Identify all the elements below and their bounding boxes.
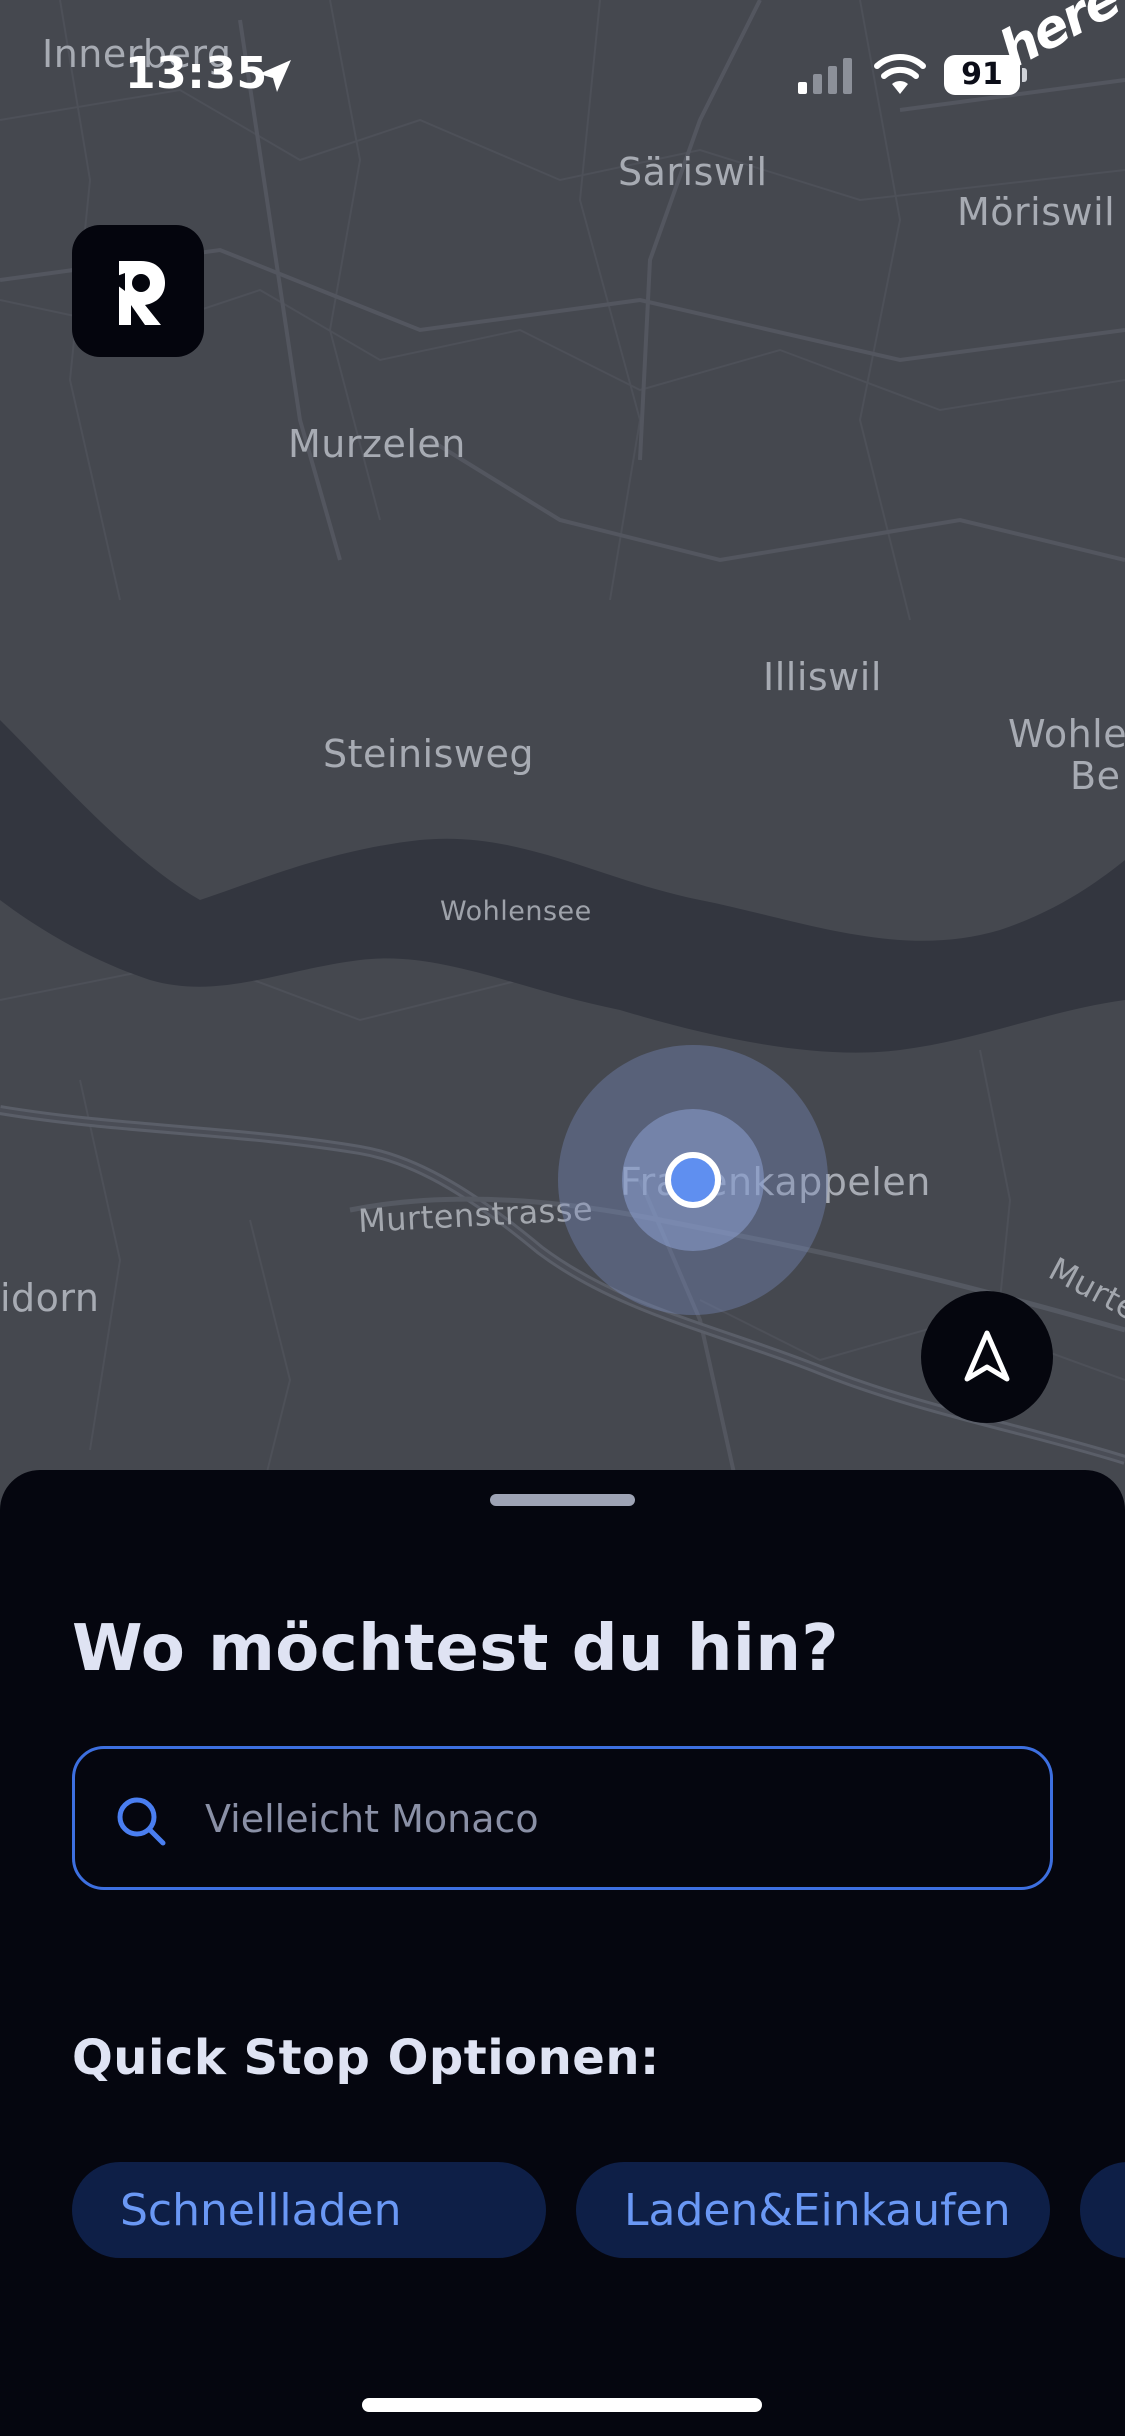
quick-stop-chips: Schnellladen Laden&Einkaufen xyxy=(72,2162,1125,2260)
app-logo-icon xyxy=(109,261,165,325)
place-murzelen: Murzelen xyxy=(288,422,466,466)
cellular-signal-icon xyxy=(798,58,852,94)
chip-label: Schnellladen xyxy=(120,2184,402,2236)
place-saeriswil: Säriswil xyxy=(618,150,768,194)
chip-schnellladen[interactable]: Schnellladen xyxy=(72,2162,546,2258)
search-field[interactable] xyxy=(72,1746,1053,1890)
place-idorn: idorn xyxy=(0,1276,100,1320)
navigation-arrow-icon xyxy=(964,1330,1010,1382)
chip-more[interactable] xyxy=(1080,2162,1125,2258)
search-input[interactable] xyxy=(205,1779,1005,1859)
chip-label: Laden&Einkaufen xyxy=(624,2184,1011,2236)
place-wohlen: Wohle xyxy=(1008,712,1125,756)
status-time: 13:35 xyxy=(125,48,268,99)
navigation-mode-button[interactable] xyxy=(921,1291,1053,1423)
place-steinisweg: Steinisweg xyxy=(323,732,534,776)
place-bern: Be xyxy=(1070,754,1121,798)
sheet-grabber[interactable] xyxy=(490,1494,635,1506)
app-logo-button[interactable] xyxy=(72,225,204,357)
place-wohlensee: Wohlensee xyxy=(440,896,592,927)
quick-stop-title: Quick Stop Optionen: xyxy=(72,2030,660,2086)
place-illiswil: Illiswil xyxy=(763,655,882,699)
wifi-icon xyxy=(874,54,926,94)
location-arrow-icon xyxy=(259,60,291,92)
current-location-dot xyxy=(665,1152,721,1208)
sheet-title: Wo möchtest du hin? xyxy=(72,1612,840,1686)
place-moeriswil: Möriswil xyxy=(957,190,1116,234)
chip-laden-einkaufen[interactable]: Laden&Einkaufen xyxy=(576,2162,1050,2258)
destination-sheet: Wo möchtest du hin? Quick Stop Optionen:… xyxy=(0,1470,1125,2436)
screen: Innerberg Säriswil Möriswil Murzelen Ill… xyxy=(0,0,1125,2436)
search-icon xyxy=(117,1797,166,1846)
home-indicator[interactable] xyxy=(362,2398,762,2412)
